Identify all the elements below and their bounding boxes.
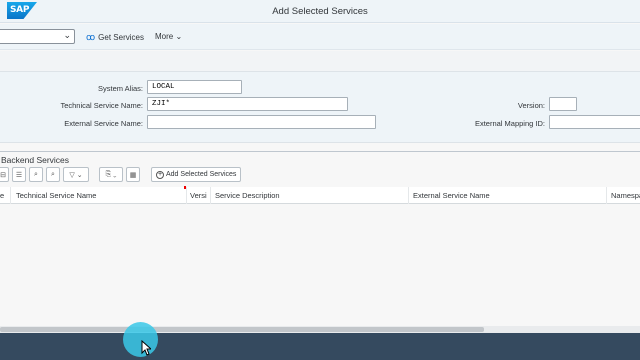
chevron-down-icon: ⌄ [63,30,71,40]
column-header-technical-service-name[interactable]: Technical Service Name [16,191,96,200]
column-header-version[interactable]: Versi [190,191,207,200]
select-all-icon[interactable]: ⊟ [0,167,9,182]
sort-indicator [184,186,186,189]
horizontal-scrollbar[interactable] [0,326,640,333]
version-label: Version: [517,101,545,110]
column-header-external-service-name[interactable]: External Service Name [413,191,490,200]
technical-service-name-label: Technical Service Name: [60,101,143,110]
toolbar: ⌄ ꝏ Get Services More ⌄ [0,24,640,50]
app-title: Add Selected Services [272,6,368,17]
selection-form: System Alias: LOCAL Technical Service Na… [0,71,640,143]
status-bar [0,333,640,360]
variant-select[interactable]: ⌄ [0,29,75,44]
external-service-name-label: External Service Name: [64,119,143,128]
panel-title: Backend Services [1,155,70,165]
version-input[interactable] [549,97,577,111]
more-label: More [155,32,174,41]
column-header-namespace[interactable]: Namespa [611,191,640,200]
external-mapping-id-input[interactable] [549,115,640,129]
add-selected-services-button[interactable]: + Add Selected Services [151,167,242,182]
horizontal-scrollbar-thumb[interactable] [0,327,484,332]
find-next-icon[interactable]: ⌕ [46,167,60,182]
filter-icon[interactable]: ▽ ⌄ [63,167,89,182]
title-bar: SAP Add Selected Services [0,0,640,23]
vertical-scrollbar[interactable] [631,204,640,326]
system-alias-label: System Alias: [97,84,143,93]
column-header-service-description[interactable]: Service Description [215,191,280,200]
mouse-pointer-icon [141,340,151,356]
column-header-e[interactable]: e [0,191,4,200]
layout-grid-icon[interactable]: ▦ [126,167,140,182]
filter-list-icon[interactable]: ☰ [12,167,26,182]
backend-services-panel: Backend Services [0,151,640,333]
external-mapping-id-label: External Mapping ID: [474,119,545,128]
chevron-down-icon: ⌄ [175,32,183,41]
export-icon[interactable]: ⎘ ⌄ [99,167,123,182]
technical-service-name-input[interactable]: ZJI* [147,97,348,111]
get-services-button[interactable]: ꝏ Get Services [86,32,144,43]
table-header: e Technical Service Name Versi Service D… [0,187,640,204]
external-service-name-input[interactable] [147,115,376,129]
glasses-icon: ꝏ [86,32,96,42]
system-alias-input[interactable]: LOCAL [147,80,242,94]
get-services-label: Get Services [98,33,144,42]
add-icon: + [156,170,164,179]
add-selected-services-label: Add Selected Services [166,171,237,178]
search-icon[interactable]: ⌕ [29,167,43,182]
separator-band [0,51,640,71]
more-button[interactable]: More ⌄ [155,32,182,41]
